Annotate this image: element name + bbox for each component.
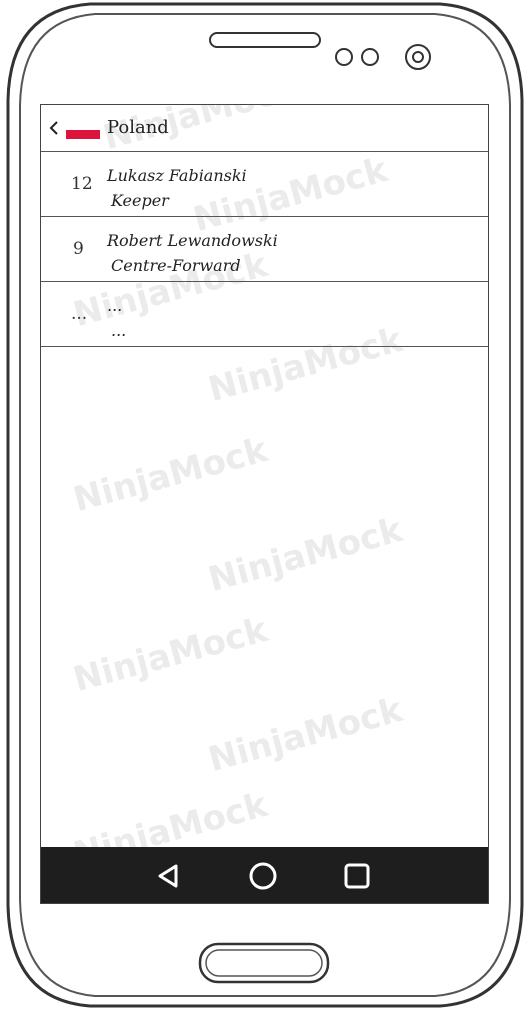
list-item[interactable]: ... ... ... [41,282,488,347]
player-number: ... [71,304,88,324]
back-arrow-icon[interactable] [46,117,62,139]
system-nav-bar [41,847,488,903]
poland-flag-icon [66,125,100,139]
page-title: Poland [107,117,169,138]
player-position: Centre-Forward [111,256,241,275]
watermark-text: NinjaMock [69,609,272,701]
app-bar: Poland [41,105,488,152]
recents-square-icon[interactable] [342,861,372,891]
home-circle-icon[interactable] [248,861,278,891]
player-position: ... [111,321,127,340]
back-triangle-icon[interactable] [154,861,184,891]
player-number: 9 [73,239,84,259]
player-number: 12 [71,174,93,194]
watermark-text: NinjaMock [69,429,272,521]
player-name: Robert Lewandowski [107,231,278,250]
player-name: ... [107,296,123,315]
player-name: Lukasz Fabianski [107,166,247,185]
player-position: Keeper [111,191,169,210]
flag-red-stripe [66,130,100,139]
watermark-text: NinjaMock [204,689,407,781]
app-screen: NinjaMock NinjaMock NinjaMock NinjaMock … [40,104,489,904]
list-item[interactable]: 9 Robert Lewandowski Centre-Forward [41,217,488,282]
list-item[interactable]: 12 Lukasz Fabianski Keeper [41,152,488,217]
watermark-text: NinjaMock [204,509,407,601]
speaker-grille [209,32,321,48]
